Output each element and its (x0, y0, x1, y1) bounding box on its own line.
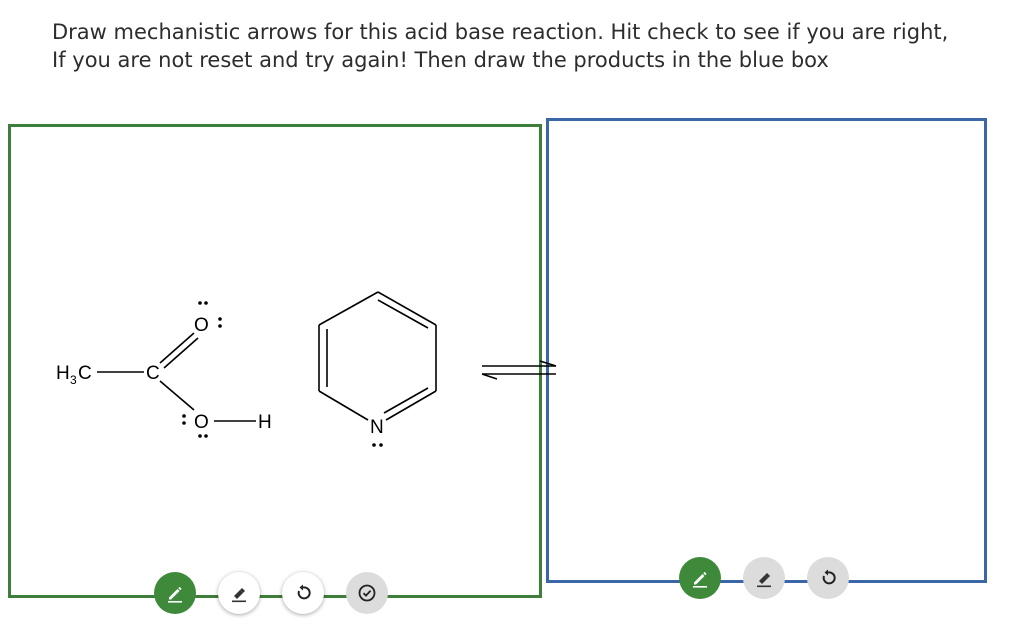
instructions-line-1: Draw mechanistic arrows for this acid ba… (52, 20, 949, 44)
left-check-button[interactable] (346, 572, 388, 614)
eraser-icon (232, 588, 246, 603)
pencil-icon (693, 571, 707, 588)
reset-icon (822, 569, 836, 585)
left-reset-button[interactable] (282, 572, 324, 614)
right-reset-button[interactable] (807, 557, 849, 599)
eraser-icon (757, 573, 771, 588)
left-eraser-tool-button[interactable] (218, 572, 260, 614)
products-drawing-canvas[interactable] (546, 118, 987, 583)
right-eraser-tool-button[interactable] (743, 557, 785, 599)
pencil-icon (168, 586, 182, 603)
reset-icon (297, 584, 311, 600)
instructions-text: Draw mechanistic arrows for this acid ba… (52, 18, 992, 74)
instructions-line-2: If you are not reset and try again! Then… (52, 48, 829, 72)
reactants-drawing-canvas[interactable] (8, 124, 542, 598)
right-pen-tool-button[interactable] (679, 557, 721, 599)
check-circle-icon (358, 584, 376, 602)
left-pen-tool-button[interactable] (154, 572, 196, 614)
